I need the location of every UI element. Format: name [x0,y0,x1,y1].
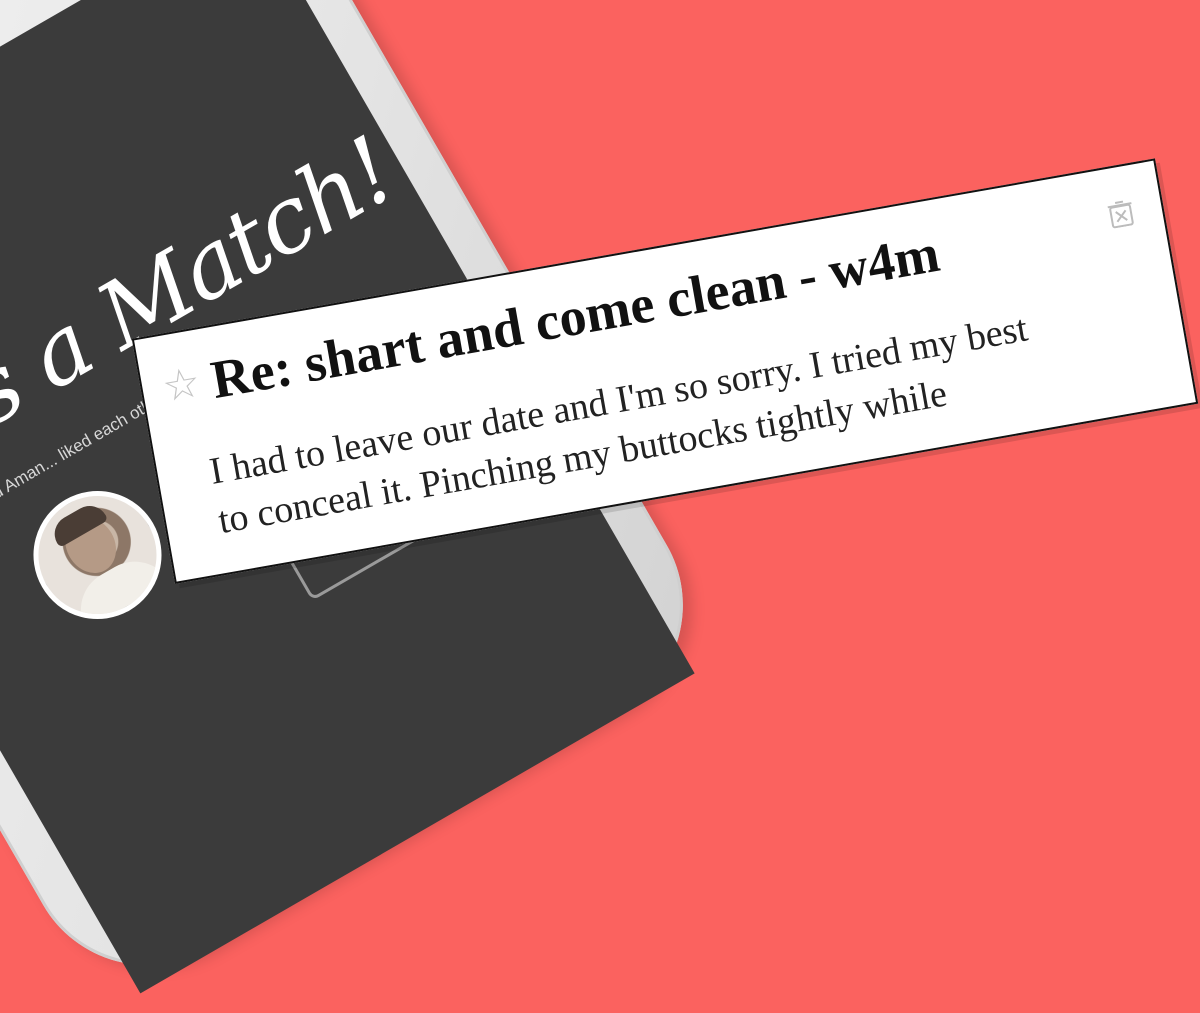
trash-icon[interactable] [1106,197,1136,229]
star-icon[interactable]: ☆ [159,360,204,412]
